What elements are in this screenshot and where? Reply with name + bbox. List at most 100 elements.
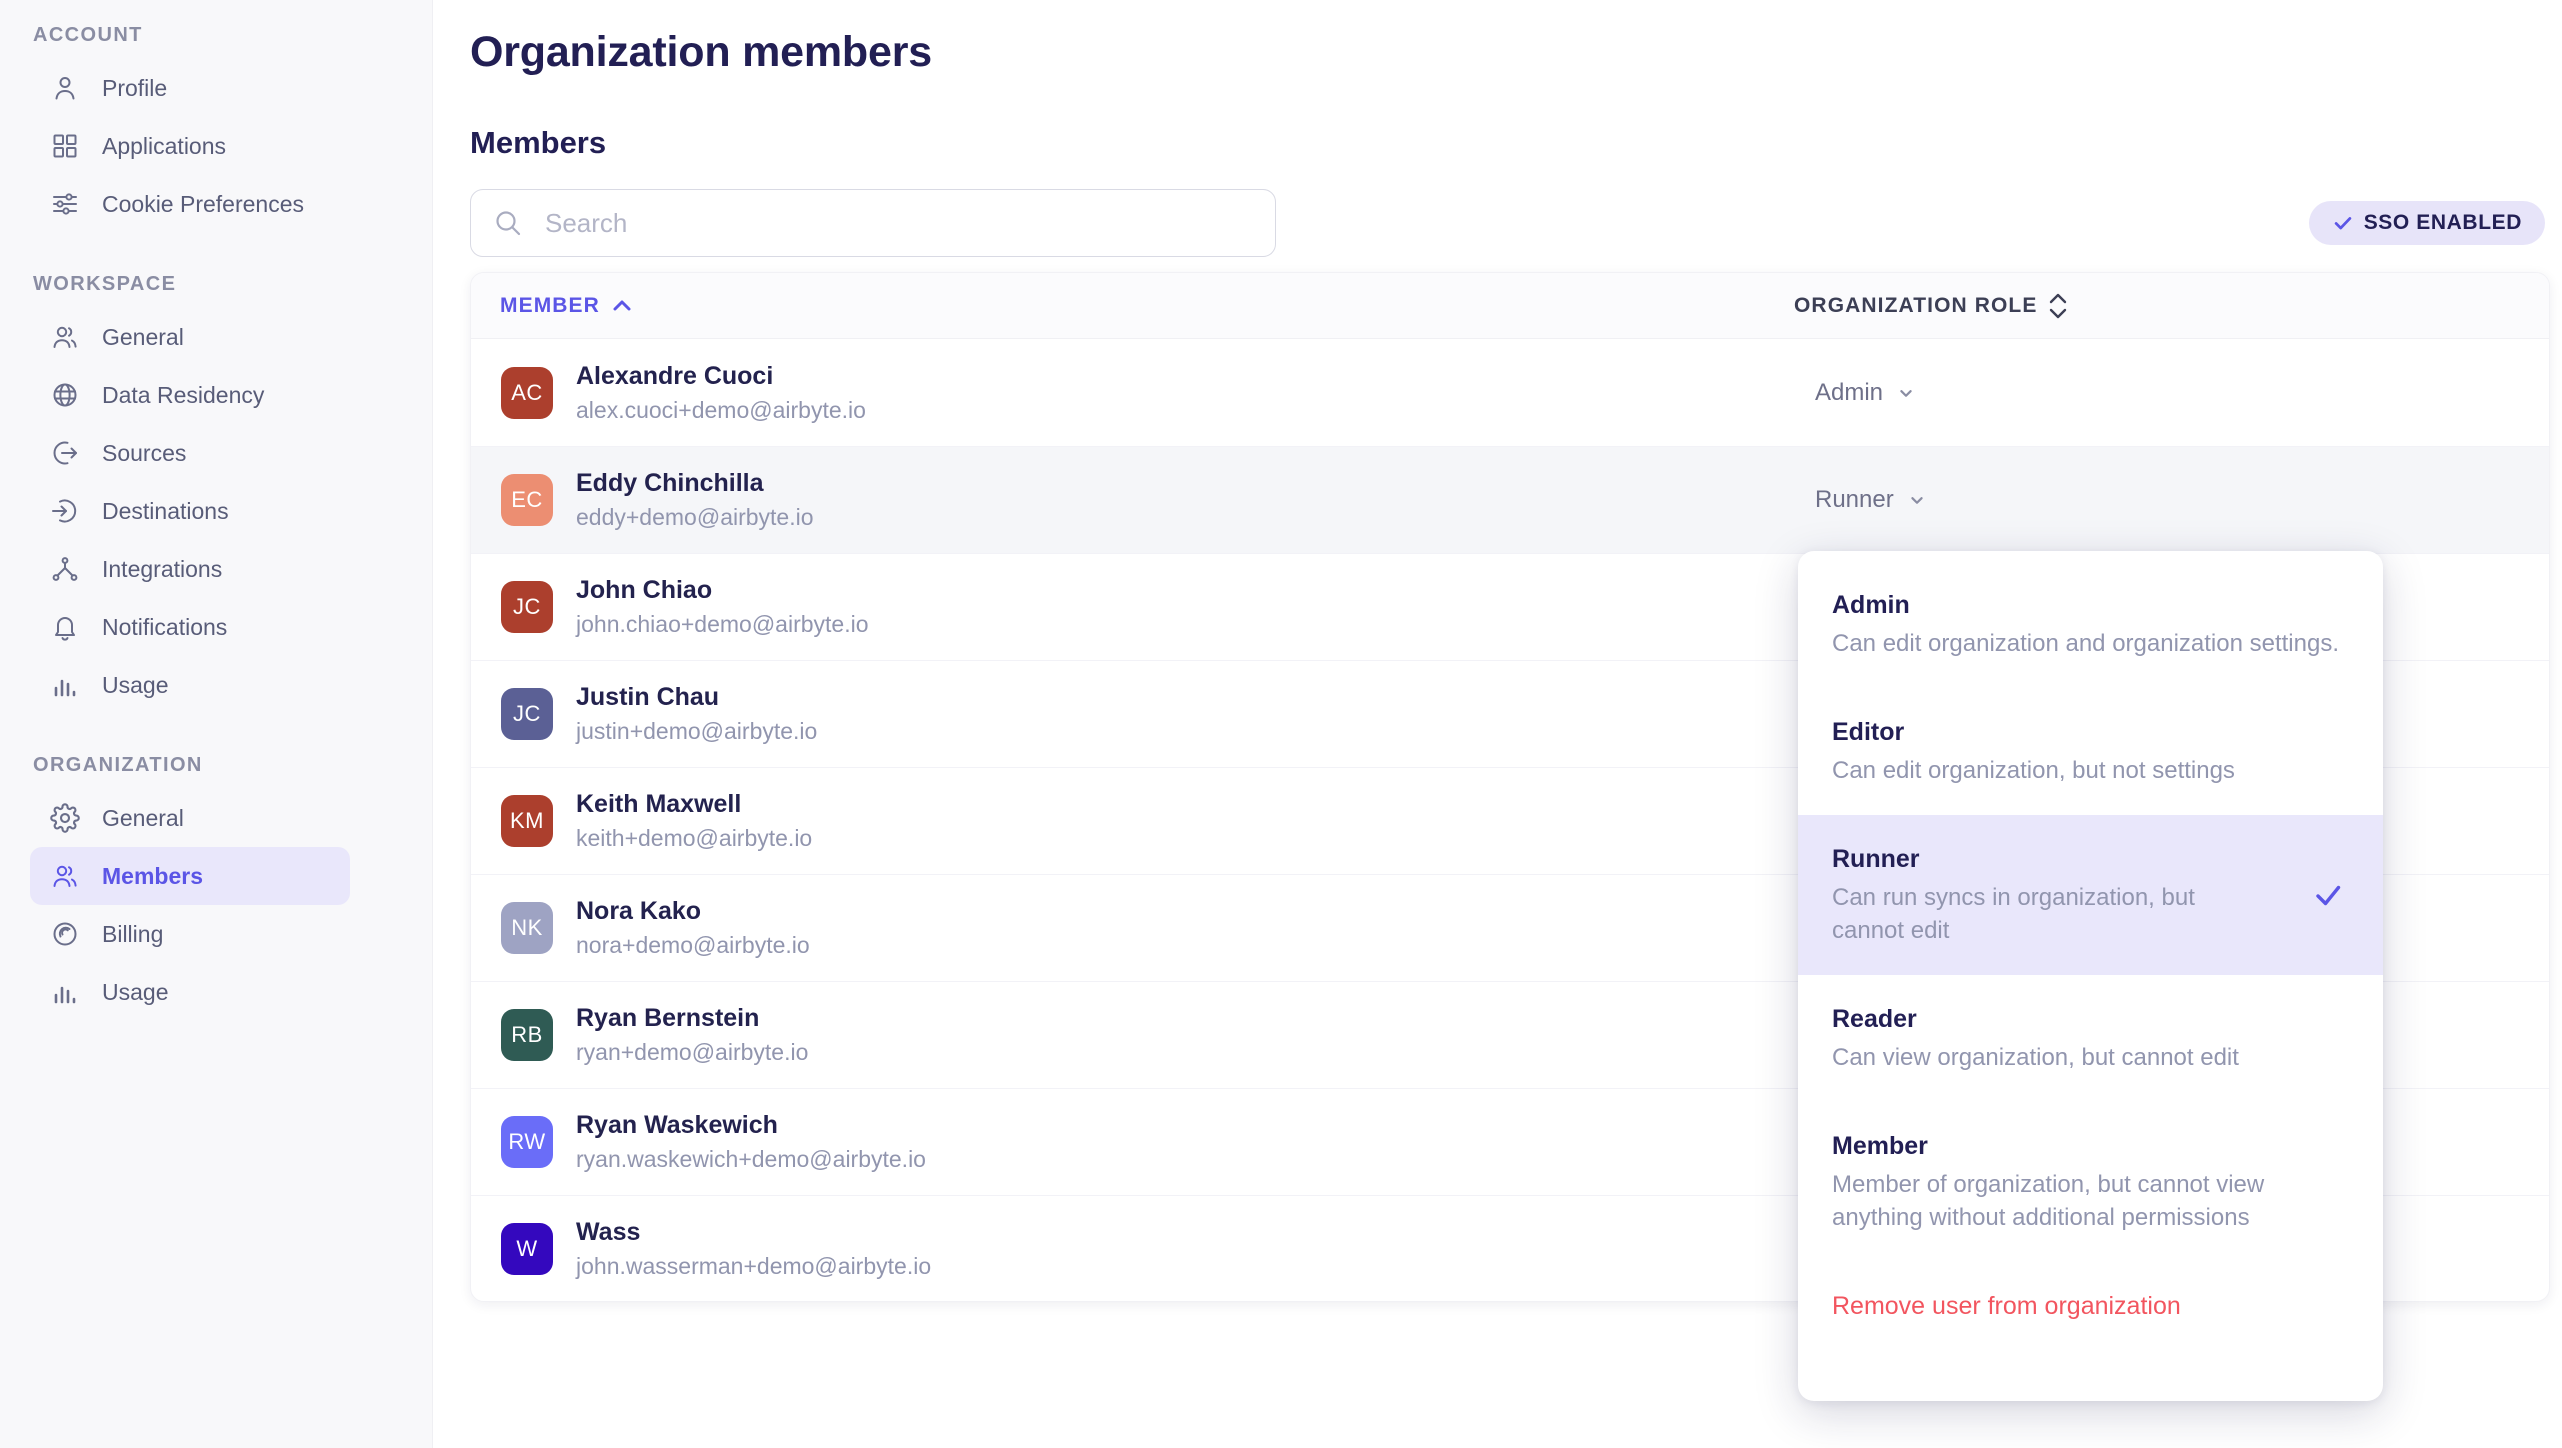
sidebar-item-label: Members [102, 863, 203, 890]
column-header-organization-role[interactable]: ORGANIZATION ROLE [1794, 291, 2549, 321]
sidebar-item-label: Profile [102, 75, 167, 102]
sidebar-item-label: Sources [102, 440, 186, 467]
member-name: Alexandre Cuoci [576, 361, 866, 392]
sso-enabled-badge: SSO ENABLED [2309, 201, 2545, 245]
member-name: Eddy Chinchilla [576, 468, 814, 499]
role-option-member[interactable]: MemberMember of organization, but cannot… [1798, 1102, 2383, 1262]
sidebar-item-label: Applications [102, 133, 226, 160]
member-cell: ECEddy Chinchillaeddy+demo@airbyte.io [471, 468, 1794, 532]
role-select[interactable]: Admin [1815, 379, 1917, 407]
avatar: AC [501, 367, 553, 419]
member-name: Nora Kako [576, 896, 810, 927]
nodes-icon [50, 554, 80, 584]
role-cell: Admin [1794, 379, 2549, 407]
sidebar-item-billing[interactable]: Billing [30, 905, 350, 963]
chevron-down-icon [1895, 382, 1917, 404]
bar-chart-icon [50, 977, 80, 1007]
avatar: KM [501, 795, 553, 847]
role-dropdown-menu: Admin Can edit organization and organizat… [1798, 551, 2383, 1401]
sort-asc-icon [610, 294, 634, 318]
member-info: Eddy Chinchillaeddy+demo@airbyte.io [576, 468, 814, 532]
table-row: AC Alexandre Cuocialex.cuoci+demo@airbyte… [471, 339, 2549, 446]
member-email: nora+demo@airbyte.io [576, 930, 810, 960]
sidebar-item-label: General [102, 324, 184, 351]
member-cell: WWassjohn.wasserman+demo@airbyte.io [471, 1217, 1794, 1281]
sidebar-item-general[interactable]: General [30, 789, 350, 847]
sidebar-section-account: ACCOUNT Profile Applications Cookie Prefere… [0, 24, 432, 233]
user-icon [50, 73, 80, 103]
role-option-editor[interactable]: Editor Can edit organization, but not set… [1798, 688, 2383, 815]
sidebar-item-label: Integrations [102, 556, 222, 583]
role-cell: Runner [1794, 486, 2549, 514]
sidebar-item-members[interactable]: Members [30, 847, 350, 905]
member-cell: JCJohn Chiaojohn.chiao+demo@airbyte.io [471, 575, 1794, 639]
sidebar-item-label: Billing [102, 921, 163, 948]
member-cell: RBRyan Bernsteinryan+demo@airbyte.io [471, 1003, 1794, 1067]
member-info: Keith Maxwellkeith+demo@airbyte.io [576, 789, 812, 853]
sort-both-icon [2047, 291, 2069, 321]
role-value: Runner [1815, 486, 1894, 514]
globe-icon [50, 380, 80, 410]
member-info: Justin Chaujustin+demo@airbyte.io [576, 682, 817, 746]
member-email: john.chiao+demo@airbyte.io [576, 609, 869, 639]
member-email: alex.cuoci+demo@airbyte.io [576, 395, 866, 425]
member-cell: JCJustin Chaujustin+demo@airbyte.io [471, 682, 1794, 746]
search-input[interactable] [470, 189, 1276, 257]
check-icon [2332, 212, 2354, 234]
sidebar-item-usage[interactable]: Usage [30, 656, 350, 714]
users-icon [50, 861, 80, 891]
role-option-title: Editor [1832, 716, 2343, 749]
users-icon [50, 322, 80, 352]
role-option-description: Can edit organization and organization s… [1832, 627, 2343, 660]
role-option-admin[interactable]: Admin Can edit organization and organizat… [1798, 561, 2383, 688]
coin-icon [50, 919, 80, 949]
avatar: JC [501, 581, 553, 633]
member-info: Nora Kakonora+demo@airbyte.io [576, 896, 810, 960]
sidebar-item-label: General [102, 805, 184, 832]
sidebar-item-notifications[interactable]: Notifications [30, 598, 350, 656]
member-info: Wassjohn.wasserman+demo@airbyte.io [576, 1217, 931, 1281]
role-option-reader[interactable]: ReaderCan view organization, but cannot … [1798, 975, 2383, 1102]
member-info: Alexandre Cuocialex.cuoci+demo@airbyte.i… [576, 361, 866, 425]
table-header: MEMBER ORGANIZATION ROLE [471, 273, 2549, 339]
role-option-description: Can edit organization, but not settings [1832, 754, 2343, 787]
role-value: Admin [1815, 379, 1883, 407]
sidebar-item-label: Data Residency [102, 382, 264, 409]
sidebar-item-sources[interactable]: Sources [30, 424, 350, 482]
bar-chart-icon [50, 670, 80, 700]
member-name: Justin Chau [576, 682, 817, 713]
column-header-member[interactable]: MEMBER [471, 294, 1794, 318]
member-cell: NK Nora Kakonora+demo@airbyte.io [471, 896, 1794, 960]
sidebar-section-organization: ORGANIZATION General Members Billing Usage [0, 754, 432, 1021]
sidebar-section-label: ORGANIZATION [33, 754, 432, 777]
sidebar-item-label: Usage [102, 979, 168, 1006]
member-name: Ryan Bernstein [576, 1003, 808, 1034]
avatar: NK [501, 902, 553, 954]
avatar: RW [501, 1116, 553, 1168]
member-email: ryan.waskewich+demo@airbyte.io [576, 1144, 926, 1174]
member-name: Ryan Waskewich [576, 1110, 926, 1141]
check-icon [2311, 878, 2345, 912]
sidebar-item-profile[interactable]: Profile [30, 59, 350, 117]
remove-user-link[interactable]: Remove user from organization [1798, 1262, 2383, 1351]
sidebar-item-label: Destinations [102, 498, 229, 525]
circle-arrow-out-icon [50, 438, 80, 468]
member-cell: RW Ryan Waskewichryan.waskewich+demo@airb… [471, 1110, 1794, 1174]
role-option-runner[interactable]: RunnerCan run syncs in organization, but… [1798, 815, 2383, 975]
sidebar-item-data-residency[interactable]: Data Residency [30, 366, 350, 424]
role-option-title: Admin [1832, 589, 2343, 622]
sidebar-section-label: ACCOUNT [33, 24, 432, 47]
member-cell: AC Alexandre Cuocialex.cuoci+demo@airbyte… [471, 361, 1794, 425]
sidebar-item-applications[interactable]: Applications [30, 117, 350, 175]
sidebar-item-label: Cookie Preferences [102, 191, 304, 218]
sidebar-item-integrations[interactable]: Integrations [30, 540, 350, 598]
settings-sidebar: ACCOUNT Profile Applications Cookie Prefere… [0, 0, 433, 1448]
role-select[interactable]: Runner [1815, 486, 1928, 514]
sidebar-item-destinations[interactable]: Destinations [30, 482, 350, 540]
member-email: eddy+demo@airbyte.io [576, 502, 814, 532]
sidebar-item-usage[interactable]: Usage [30, 963, 350, 1021]
sidebar-item-general[interactable]: General [30, 308, 350, 366]
role-option-title: Member [1832, 1130, 2343, 1163]
member-name: Wass [576, 1217, 931, 1248]
sidebar-item-cookie-preferences[interactable]: Cookie Preferences [30, 175, 350, 233]
